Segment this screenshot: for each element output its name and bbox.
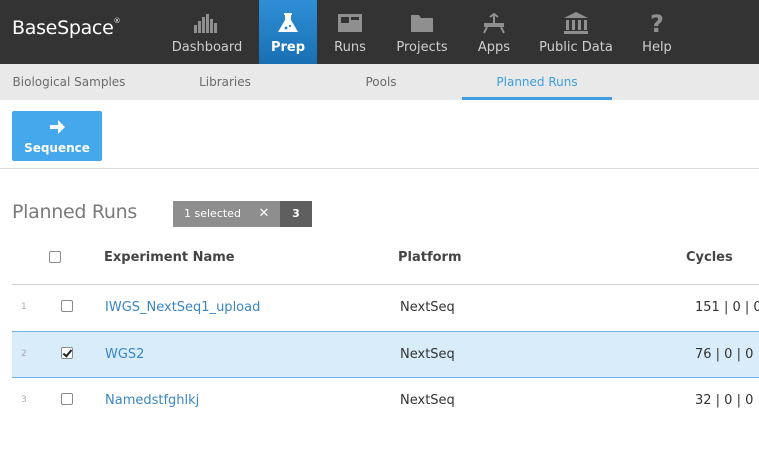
svg-text:?: ? — [650, 11, 664, 35]
nav-prep[interactable]: Prep — [259, 0, 317, 64]
column-header-cycles[interactable]: Cycles — [686, 250, 733, 265]
page-title: Planned Runs — [12, 201, 137, 223]
select-all-checkbox[interactable] — [49, 251, 61, 263]
nav-public-data[interactable]: Public Data — [534, 0, 618, 64]
question-icon: ? — [650, 11, 664, 35]
row-checkbox[interactable] — [61, 347, 73, 359]
experiment-name-link[interactable]: WGS2 — [105, 347, 144, 362]
dashboard-icon — [194, 14, 217, 33]
platform-cell: NextSeq — [400, 300, 455, 315]
nav-label: Projects — [396, 40, 448, 55]
experiment-name-link[interactable]: IWGS_NextSeq1_upload — [105, 300, 260, 315]
arrow-right-icon — [50, 120, 65, 134]
nav-dashboard[interactable]: Dashboard — [164, 0, 250, 64]
total-count-badge: 3 — [280, 201, 312, 227]
sequence-button-label: Sequence — [24, 141, 90, 155]
nav-label: Prep — [270, 40, 306, 55]
nav-apps[interactable]: Apps — [470, 0, 518, 64]
table-row[interactable]: 3 Namedstfghlkj NextSeq 32 | 0 | 0 | — [12, 378, 759, 425]
building-icon — [564, 12, 588, 34]
table-row[interactable]: 2 WGS2 NextSeq 76 | 0 | 0 | — [12, 331, 759, 378]
tab-planned-runs[interactable]: Planned Runs — [462, 64, 612, 100]
nav-label: Help — [642, 40, 672, 55]
nav-projects[interactable]: Projects — [386, 0, 458, 64]
clear-selection-icon[interactable]: ✕ — [256, 201, 272, 227]
toolbar-divider — [0, 168, 759, 169]
sub-tabs: Biological Samples Libraries Pools Plann… — [0, 64, 759, 100]
platform-cell: NextSeq — [400, 393, 455, 408]
active-tab-indicator — [462, 97, 612, 100]
cycles-cell: 151 | 0 | 0 — [695, 300, 759, 315]
basespace-logo[interactable]: BaseSpace® — [12, 17, 120, 39]
nav-help[interactable]: ? Help — [636, 0, 678, 64]
nav-label: Apps — [477, 40, 511, 55]
nav-runs[interactable]: Runs — [325, 0, 375, 64]
row-number: 2 — [21, 349, 27, 359]
sequence-button[interactable]: Sequence — [12, 111, 102, 161]
tab-libraries[interactable]: Libraries — [175, 64, 275, 100]
tab-pools[interactable]: Pools — [341, 64, 421, 100]
nav-label: Runs — [334, 40, 366, 55]
nav-label: Public Data — [539, 40, 613, 55]
runs-icon — [338, 14, 362, 32]
flask-icon — [278, 13, 298, 32]
column-header-experiment-name[interactable]: Experiment Name — [104, 250, 235, 265]
platform-cell: NextSeq — [400, 347, 455, 362]
top-nav-bar: BaseSpace® Dashboard Prep Runs Projects — [0, 0, 759, 64]
experiment-name-link[interactable]: Namedstfghlkj — [105, 393, 199, 408]
row-number: 1 — [21, 302, 27, 312]
tab-biological-samples[interactable]: Biological Samples — [0, 64, 138, 100]
folder-icon — [411, 15, 433, 32]
cycles-cell: 76 | 0 | 0 | — [695, 347, 759, 362]
nav-label: Dashboard — [171, 40, 243, 55]
apps-icon — [483, 12, 505, 34]
row-number: 3 — [21, 395, 27, 405]
cycles-cell: 32 | 0 | 0 | — [695, 393, 759, 408]
row-checkbox[interactable] — [61, 393, 73, 405]
row-checkbox[interactable] — [61, 300, 73, 312]
column-header-platform[interactable]: Platform — [398, 250, 462, 265]
table-row[interactable]: 1 IWGS_NextSeq1_upload NextSeq 151 | 0 |… — [12, 285, 759, 332]
